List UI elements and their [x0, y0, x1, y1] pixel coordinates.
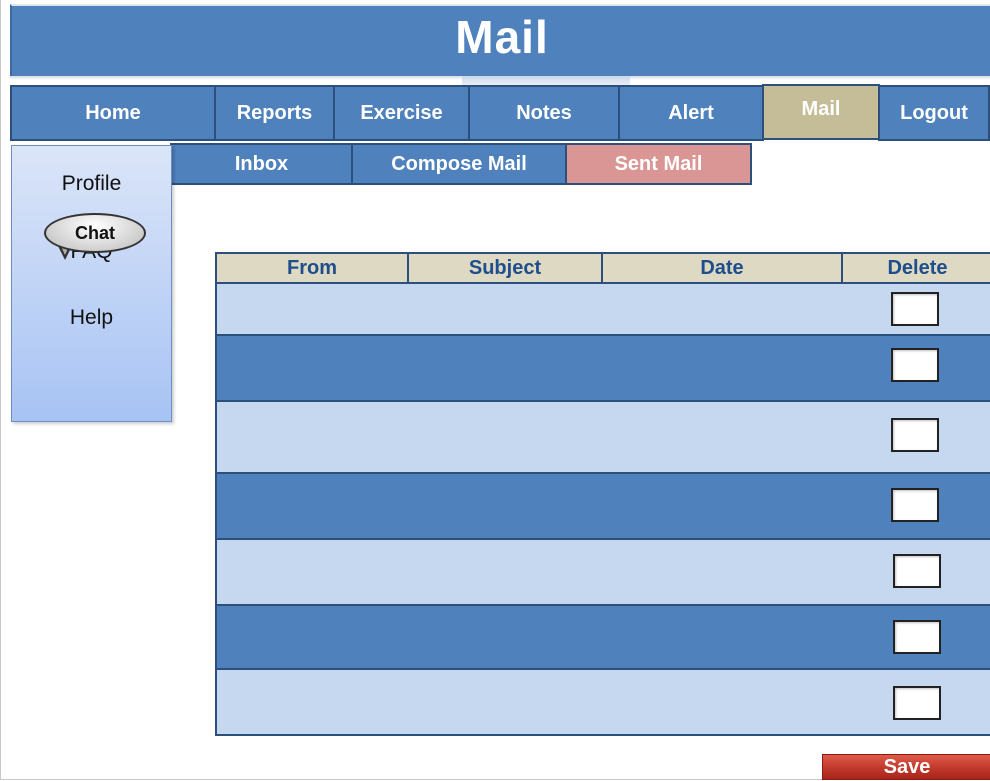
- column-header-delete: Delete: [887, 256, 948, 279]
- delete-checkbox[interactable]: [891, 488, 939, 522]
- table-row: [217, 606, 990, 670]
- nav-exercise[interactable]: Exercise: [333, 85, 470, 141]
- chat-label: Chat: [75, 222, 115, 243]
- delete-checkbox[interactable]: [893, 620, 941, 654]
- page-title: Mail: [455, 11, 549, 63]
- sidebar-item-help[interactable]: Help: [12, 306, 171, 330]
- delete-checkbox[interactable]: [891, 418, 939, 452]
- nav-logout[interactable]: Logout: [878, 85, 990, 141]
- sidebar-item-profile[interactable]: Profile: [12, 172, 171, 196]
- delete-checkbox[interactable]: [893, 686, 941, 720]
- delete-checkbox[interactable]: [891, 292, 939, 326]
- nav-reports[interactable]: Reports: [214, 85, 335, 141]
- nav-home[interactable]: Home: [10, 85, 216, 141]
- subnav-sent-mail[interactable]: Sent Mail: [565, 143, 752, 185]
- table-row: [217, 402, 990, 474]
- column-header-date: Date: [603, 254, 843, 282]
- subnav-compose-mail[interactable]: Compose Mail: [351, 143, 567, 185]
- table-row: [217, 540, 990, 606]
- table-row: [217, 284, 990, 336]
- sidebar: Profile FAQ Help: [11, 145, 172, 422]
- delete-checkbox[interactable]: [891, 348, 939, 382]
- column-header-subject: Subject: [409, 254, 603, 282]
- nav-alert[interactable]: Alert: [618, 85, 764, 141]
- subnav-inbox[interactable]: Inbox: [170, 143, 353, 185]
- column-header-from: From: [217, 254, 409, 282]
- table-row: [217, 670, 990, 734]
- nav-notes[interactable]: Notes: [468, 85, 620, 141]
- main-nav: Home Reports Exercise Notes Alert Mail L…: [10, 84, 990, 142]
- delete-checkbox[interactable]: [893, 554, 941, 588]
- save-button[interactable]: Save: [822, 754, 990, 780]
- title-bar: Mail: [10, 4, 990, 76]
- nav-mail[interactable]: Mail: [762, 84, 880, 140]
- chat-button[interactable]: Chat: [44, 213, 146, 253]
- table-header: From Subject Date Delete: [217, 254, 990, 284]
- table-row: [217, 474, 990, 540]
- table-row: [217, 336, 990, 402]
- sent-mail-table: From Subject Date Delete: [215, 252, 990, 736]
